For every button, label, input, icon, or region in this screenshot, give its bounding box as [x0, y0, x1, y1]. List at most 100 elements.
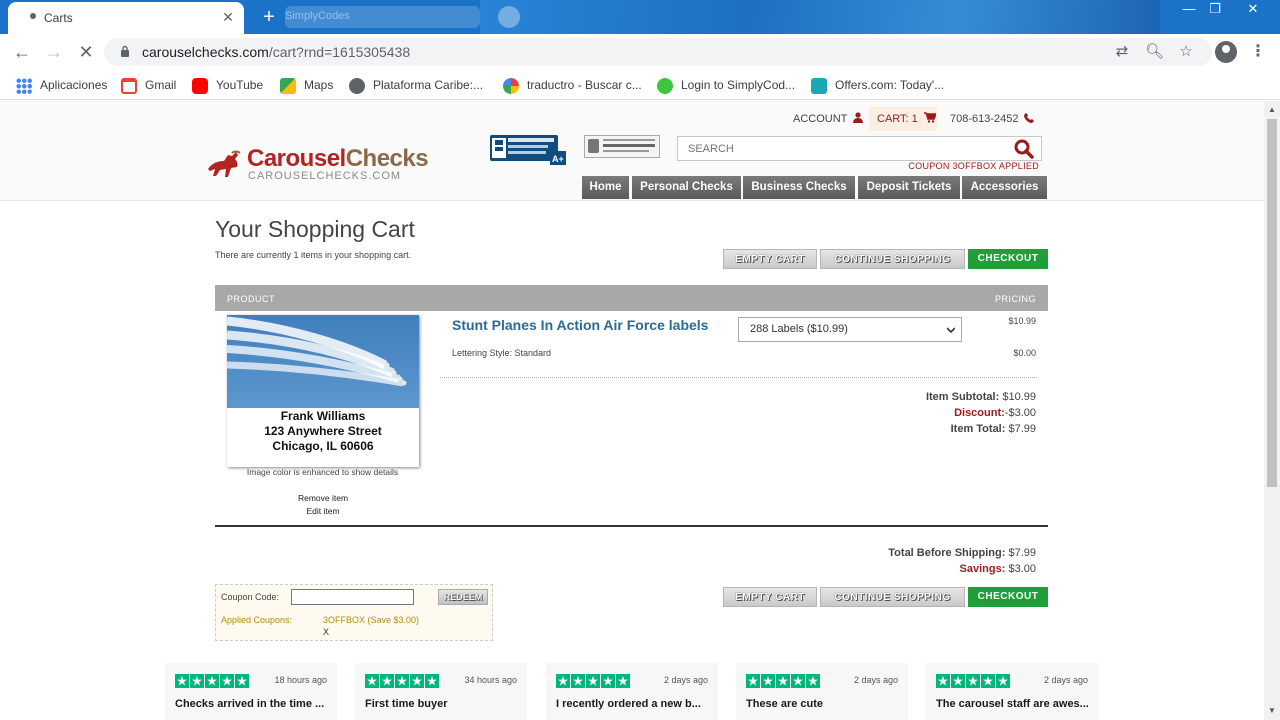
- offers-icon: [811, 77, 827, 94]
- cart-count-text: There are currently 1 items in your shop…: [215, 250, 412, 260]
- total-before-shipping: Total Before Shipping: $7.99: [888, 547, 1036, 559]
- scroll-down-arrow-icon[interactable]: ▼: [1264, 704, 1280, 718]
- svg-text:A+: A+: [552, 154, 564, 164]
- applied-coupons-label: Applied Coupons:: [221, 615, 293, 625]
- simplycodes-icon: [657, 77, 673, 94]
- search-icon[interactable]: [1013, 139, 1035, 159]
- profile-avatar-icon[interactable]: [1215, 41, 1237, 63]
- stop-button[interactable]: ✕: [74, 41, 98, 63]
- review-card[interactable]: 18 hours ago Checks arrived in the time …: [165, 663, 337, 720]
- tab-carts[interactable]: Carts ✕: [8, 2, 244, 34]
- applied-coupon-value: 3OFFBOX (Save $3.00): [323, 615, 420, 625]
- back-button[interactable]: ←: [10, 41, 34, 63]
- nav-accessories[interactable]: Accessories: [962, 176, 1047, 199]
- gmail-icon: [121, 77, 137, 94]
- url-text: carouselchecks.com/cart?rnd=1615305438: [142, 44, 411, 60]
- zoom-icon[interactable]: 🔍︎: [1145, 43, 1164, 61]
- nav-business-checks[interactable]: Business Checks: [743, 176, 855, 199]
- coupon-code-input[interactable]: [291, 589, 414, 605]
- review-card[interactable]: 2 days ago I recently ordered a new b...: [546, 663, 718, 720]
- five-star-rating-icon: [556, 674, 631, 688]
- loading-icon: [30, 13, 36, 19]
- restore-button[interactable]: ❐: [1198, 0, 1232, 20]
- browser-menu-icon[interactable]: ⋮: [1250, 41, 1266, 63]
- search-box: [677, 136, 1042, 161]
- review-card[interactable]: 2 days ago These are cute: [736, 663, 908, 720]
- search-input[interactable]: [678, 137, 1008, 160]
- empty-cart-button[interactable]: EMPTY CART: [723, 249, 817, 269]
- coupon-code-label: Coupon Code:: [221, 592, 280, 602]
- bookmark-maps[interactable]: Maps: [280, 76, 333, 94]
- review-text: Checks arrived in the time ...: [175, 698, 325, 710]
- address-bar[interactable]: carouselchecks.com/cart?rnd=1615305438: [104, 38, 1212, 66]
- google-icon: [503, 77, 519, 94]
- coupon-box: Coupon Code: REDEEM Applied Coupons: 3OF…: [215, 584, 493, 641]
- dotted-divider: [440, 377, 1037, 378]
- empty-cart-button-bottom[interactable]: EMPTY CART: [723, 587, 817, 607]
- bbb-badge-icon: A+: [490, 135, 566, 165]
- scroll-up-arrow-icon[interactable]: ▲: [1264, 103, 1280, 117]
- logo-subtext: CAROUSELCHECKS.COM: [248, 170, 402, 182]
- stunt-planes-image: [227, 315, 419, 408]
- account-link[interactable]: ACCOUNT: [793, 112, 864, 126]
- bookmark-apps[interactable]: Aplicaciones: [16, 76, 107, 94]
- tabstrip-background: [480, 0, 1160, 34]
- continue-shopping-button-bottom[interactable]: CONTINUE SHOPPING: [820, 587, 965, 607]
- lock-icon: [121, 45, 129, 57]
- bookmark-simplycodes[interactable]: Login to SimplyCod...: [657, 76, 795, 94]
- bookmark-youtube[interactable]: YouTube: [192, 76, 263, 94]
- remove-item-link[interactable]: Remove item: [227, 493, 419, 503]
- translate-icon[interactable]: ⇄: [1113, 43, 1131, 61]
- page-scrollbar[interactable]: ▲ ▼: [1264, 101, 1280, 720]
- site-logo[interactable]: CarouselChecks CAROUSELCHECKS.COM: [204, 145, 429, 185]
- tab-background[interactable]: SimplyCodes: [285, 6, 480, 28]
- bookmark-offers[interactable]: Offers.com: Today'...: [811, 76, 944, 94]
- savings-total: Savings: $3.00: [959, 563, 1036, 575]
- jet-contrails-icon: [227, 316, 407, 387]
- review-card[interactable]: 34 hours ago First time buyer: [355, 663, 527, 720]
- godaddy-verified-badge[interactable]: [584, 135, 660, 165]
- window-close-button[interactable]: ✕: [1236, 0, 1270, 20]
- bookmark-gmail[interactable]: Gmail: [121, 76, 176, 94]
- edit-item-link[interactable]: Edit item: [227, 506, 419, 516]
- product-name[interactable]: Stunt Planes In Action Air Force labels: [452, 317, 708, 333]
- five-star-rating-icon: [175, 674, 250, 688]
- review-time: 34 hours ago: [464, 675, 517, 685]
- image-note: Image color is enhanced to show details: [246, 467, 399, 477]
- quantity-select[interactable]: 288 Labels ($10.99): [738, 317, 962, 342]
- bbb-accredited-badge[interactable]: A+: [490, 135, 566, 165]
- review-text: The carousel staff are awes...: [936, 698, 1088, 710]
- bookmark-plataforma[interactable]: Plataforma Caribe:...: [349, 76, 483, 94]
- review-card[interactable]: 2 days ago The carousel staff are awes..…: [926, 663, 1098, 720]
- new-tab-button[interactable]: +: [258, 6, 280, 28]
- forward-button[interactable]: →: [42, 41, 66, 63]
- tab-background-favicon: [498, 6, 520, 28]
- product-image[interactable]: Frank Williams 123 Anywhere Street Chica…: [227, 315, 419, 467]
- review-text: First time buyer: [365, 698, 448, 710]
- youtube-icon: [192, 77, 208, 94]
- cart-icon: [923, 112, 937, 123]
- continue-shopping-button[interactable]: CONTINUE SHOPPING: [820, 249, 965, 269]
- remove-coupon-button[interactable]: X: [323, 627, 329, 637]
- nav-deposit-tickets[interactable]: Deposit Tickets: [858, 176, 960, 199]
- review-text: These are cute: [746, 698, 824, 710]
- phone-icon: [1023, 113, 1034, 123]
- pricing-column-header: PRICING: [994, 294, 1036, 304]
- bookmark-traductro[interactable]: traductro - Buscar c...: [503, 76, 642, 94]
- logo-text: CarouselChecks: [247, 145, 429, 172]
- phone-link[interactable]: 708-613-2452: [950, 112, 1034, 126]
- nav-home[interactable]: Home: [582, 176, 629, 199]
- review-time: 2 days ago: [853, 675, 898, 685]
- cart-link[interactable]: CART: 1: [877, 112, 937, 126]
- tab-close-icon[interactable]: ✕: [220, 9, 236, 25]
- item-discount: Discount:-$3.00: [954, 407, 1036, 419]
- checkout-button[interactable]: CHECKOUT: [968, 249, 1048, 269]
- scrollbar-thumb[interactable]: [1267, 119, 1277, 487]
- user-icon: [853, 112, 864, 123]
- bookmark-star-icon[interactable]: ☆: [1177, 43, 1195, 61]
- five-star-rating-icon: [365, 674, 440, 688]
- redeem-button[interactable]: REDEEM: [438, 589, 488, 605]
- nav-personal-checks[interactable]: Personal Checks: [632, 176, 741, 199]
- checkout-button-bottom[interactable]: CHECKOUT: [968, 587, 1048, 607]
- cart-table-header: PRODUCT PRICING: [215, 285, 1048, 311]
